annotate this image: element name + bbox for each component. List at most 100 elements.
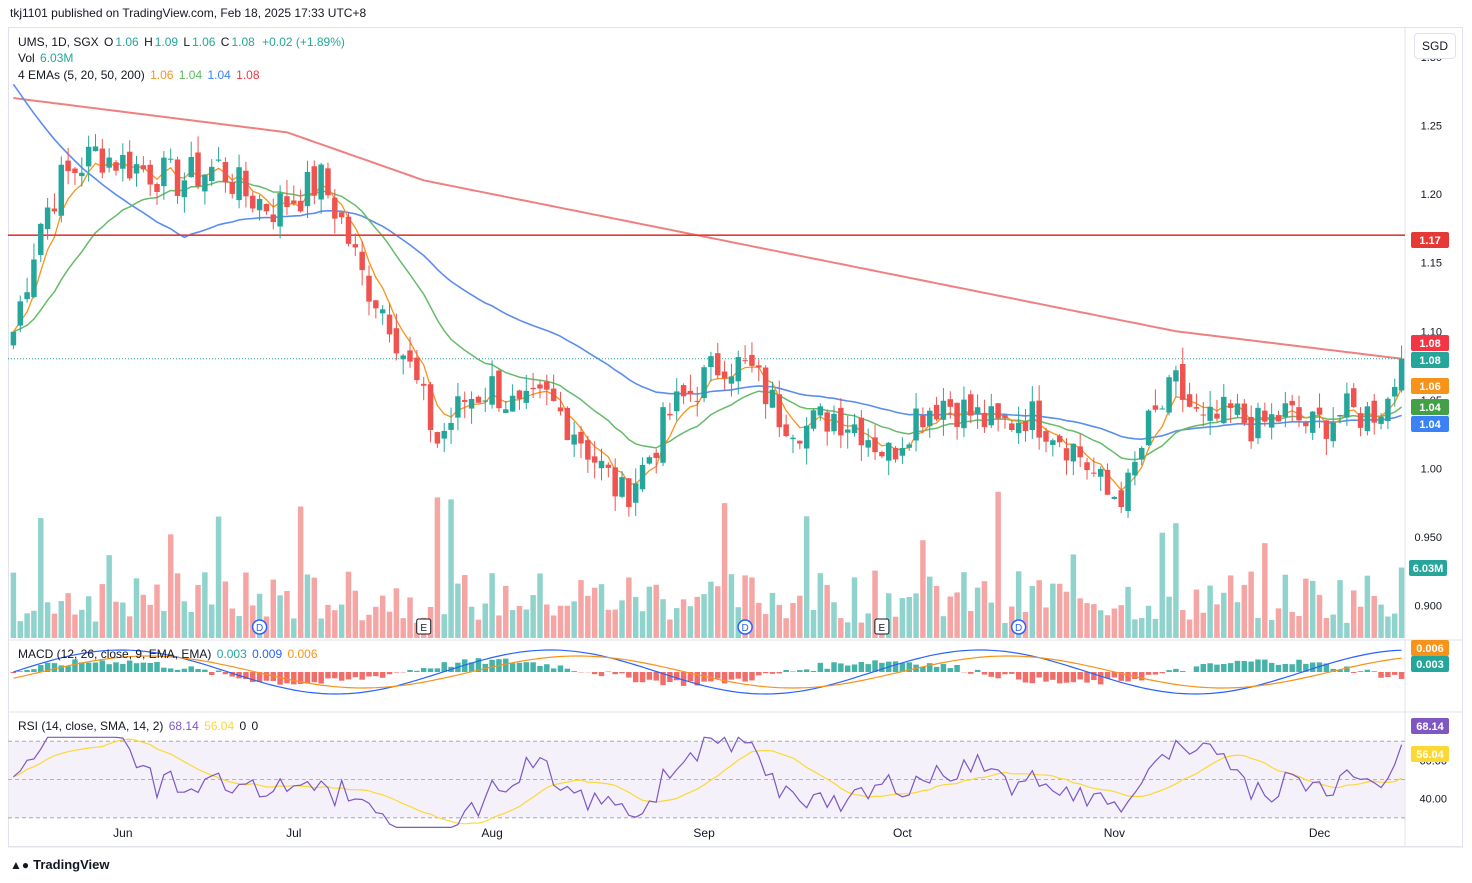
vol-value: 6.03M xyxy=(40,51,74,65)
macd-hist-bar xyxy=(1002,672,1008,675)
candle-body xyxy=(1138,447,1145,460)
volume-bar xyxy=(1282,574,1289,638)
volume-bar xyxy=(673,608,680,638)
macd-hist-bar xyxy=(776,672,783,674)
price-chart[interactable]: 1.301.251.201.151.101.051.000.9500.900DD… xyxy=(0,0,1472,883)
candle-body xyxy=(1227,403,1234,409)
candle-body xyxy=(1337,414,1343,417)
macd-hist-bar xyxy=(154,661,160,672)
symbol-legend[interactable]: UMS, 1D, SGX O 1.06 H 1.09 L 1.06 C 1.08 +0.… xyxy=(18,34,347,50)
candle-body xyxy=(516,390,523,399)
macd-hist-bar xyxy=(598,672,605,677)
ema-value-3: 1.08 xyxy=(232,68,260,82)
candle-body xyxy=(79,172,85,177)
macd-badge-label: 0.003 xyxy=(1416,659,1444,671)
volume-bar xyxy=(721,503,728,638)
candle-body xyxy=(1036,400,1042,438)
macd-hist-bar xyxy=(892,661,899,672)
macd-hist-bar xyxy=(988,672,995,677)
rsi-legend[interactable]: RSI (14, close, SMA, 14, 2) 68.14 56.04 … xyxy=(18,718,260,734)
volume-bar xyxy=(619,600,625,638)
volume-bar xyxy=(1145,605,1152,638)
volume-bar xyxy=(311,577,318,638)
candle-body xyxy=(626,478,632,508)
volume-bar xyxy=(687,606,694,638)
volume-bar xyxy=(1323,617,1330,638)
candle-body xyxy=(892,447,899,460)
volume-bar xyxy=(99,584,106,638)
macd-hist-bar xyxy=(968,672,974,674)
ohlc-o-label: O xyxy=(104,35,114,49)
candle-body xyxy=(332,197,338,219)
candle-body xyxy=(1268,414,1275,428)
volume-bar xyxy=(373,606,379,638)
candle-body xyxy=(646,457,653,464)
macd-legend[interactable]: MACD (12, 26, close, 9, EMA, EMA) 0.003 … xyxy=(18,646,320,662)
candle-body xyxy=(263,203,270,212)
currency-button[interactable]: SGD xyxy=(1414,33,1456,59)
volume-bar xyxy=(1200,612,1207,638)
candle-body xyxy=(318,164,324,200)
candle-body xyxy=(1385,398,1391,422)
y-tick-label: 1.15 xyxy=(1421,258,1442,270)
macd-hist-bar xyxy=(803,669,810,672)
candle-body xyxy=(817,406,824,416)
candle-body xyxy=(1070,443,1077,462)
macd-hist-bar xyxy=(591,672,598,675)
macd-hist-bar xyxy=(202,669,208,672)
ema-legend[interactable]: 4 EMAs (5, 20, 50, 200) 1.06 1.04 1.04 1… xyxy=(18,67,264,83)
volume-bar xyxy=(407,597,413,638)
candle-body xyxy=(1193,407,1200,409)
price-badge-label: 1.08 xyxy=(1419,355,1440,367)
candle-body xyxy=(988,406,995,426)
volume-bar xyxy=(441,614,447,638)
candle-body xyxy=(1364,406,1371,432)
macd-hist-bar xyxy=(783,669,789,672)
volume-legend[interactable]: Vol 6.03M xyxy=(18,50,75,66)
macd-hist-bar xyxy=(1138,672,1145,681)
rsi-tick-label: 40.00 xyxy=(1419,794,1447,806)
candle-body xyxy=(1323,420,1330,439)
footer-brand[interactable]: ▲● TradingView xyxy=(10,857,109,872)
volume-bar xyxy=(1138,618,1145,638)
candle-body xyxy=(420,383,427,386)
volume-bar xyxy=(803,516,810,638)
candle-body xyxy=(51,208,58,212)
volume-bar xyxy=(728,574,735,638)
macd-hist-bar xyxy=(653,672,659,681)
candle-body xyxy=(838,407,844,436)
volume-bar xyxy=(797,595,803,638)
volume-bar xyxy=(544,604,550,638)
macd-hist-bar xyxy=(147,663,153,672)
macd-hist-bar xyxy=(1385,672,1391,678)
candle-body xyxy=(1180,364,1186,400)
macd-hist-bar xyxy=(639,672,646,683)
candle-body xyxy=(1200,414,1207,416)
candle-body xyxy=(1056,435,1063,443)
volume-bar xyxy=(1303,578,1309,638)
candle-body xyxy=(133,164,140,174)
candle-body xyxy=(1289,400,1295,406)
candle-body xyxy=(202,174,208,192)
volume-bar xyxy=(509,610,516,638)
dividend-marker-label: D xyxy=(256,623,263,634)
volume-bar xyxy=(756,602,762,638)
macd-hist-bar xyxy=(544,664,550,672)
candle-body xyxy=(523,390,530,403)
candle-body xyxy=(742,360,748,362)
candle-body xyxy=(1357,413,1364,428)
volume-bar xyxy=(557,605,564,638)
x-tick-label: Dec xyxy=(1309,826,1330,840)
candle-body xyxy=(215,159,222,161)
volume-bar xyxy=(995,491,1001,638)
rsi-badge-label: 68.14 xyxy=(1416,721,1444,733)
candle-body xyxy=(1344,393,1350,418)
candle-body xyxy=(1022,421,1029,432)
volume-bar xyxy=(120,602,126,638)
volume-bar xyxy=(195,584,201,638)
volume-bar xyxy=(974,587,981,638)
macd-hist-bar xyxy=(838,663,844,672)
candle-body xyxy=(571,434,577,445)
candle-body xyxy=(933,404,940,420)
candle-body xyxy=(250,195,256,209)
